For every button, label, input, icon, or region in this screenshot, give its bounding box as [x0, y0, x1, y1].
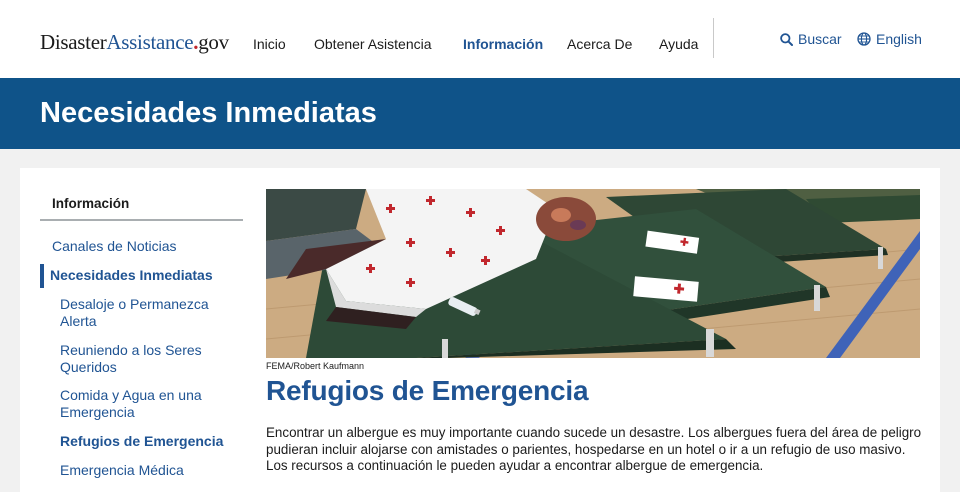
sidebar-heading: Información	[52, 196, 130, 211]
sidebar-item-reuniendo[interactable]: Reuniendo a los Seres Queridos	[60, 342, 230, 376]
photo-caption: FEMA/Robert Kaufmann	[266, 361, 365, 371]
sidebar-item-emergencia-medica[interactable]: Emergencia Médica	[60, 462, 184, 479]
page-title: Necesidades Inmediatas	[40, 97, 377, 129]
sidebar-item-refugios[interactable]: Refugios de Emergencia	[60, 433, 223, 450]
sidebar-divider	[40, 219, 243, 221]
shelter-cots-illustration	[266, 189, 920, 358]
sidebar-current-indicator	[40, 264, 44, 288]
language-toggle[interactable]: English	[857, 31, 922, 47]
search-icon	[780, 32, 793, 46]
sidebar-item-desaloje[interactable]: Desaloje o Permanezca Alerta	[60, 296, 230, 330]
nav-acerca-de[interactable]: Acerca De	[567, 36, 632, 52]
sidebar-item-comida-y-agua[interactable]: Comida y Agua en una Emergencia	[60, 387, 230, 421]
nav-obtener-asistencia[interactable]: Obtener Asistencia	[314, 36, 432, 52]
globe-icon	[857, 32, 871, 46]
article-title: Refugios de Emergencia	[266, 375, 589, 406]
nav-divider	[713, 18, 714, 58]
language-label: English	[876, 31, 922, 47]
sidebar-item-necesidades-inmediatas[interactable]: Necesidades Inmediatas	[50, 267, 213, 284]
logo-word-disaster: Disaster	[40, 30, 107, 54]
search-button[interactable]: Buscar	[780, 31, 842, 47]
shelter-photo	[266, 189, 920, 358]
nav-informacion[interactable]: Información	[463, 36, 543, 52]
site-logo[interactable]: DisasterAssistance.gov	[40, 30, 229, 55]
search-label: Buscar	[798, 31, 842, 47]
article-body: Encontrar un albergue es muy importante …	[266, 425, 922, 473]
logo-word-gov: gov	[198, 30, 229, 54]
sidebar-item-canales-de-noticias[interactable]: Canales de Noticias	[52, 238, 177, 255]
nav-ayuda[interactable]: Ayuda	[659, 36, 698, 52]
nav-inicio[interactable]: Inicio	[253, 36, 286, 52]
logo-word-assistance: Assistance	[106, 30, 194, 54]
